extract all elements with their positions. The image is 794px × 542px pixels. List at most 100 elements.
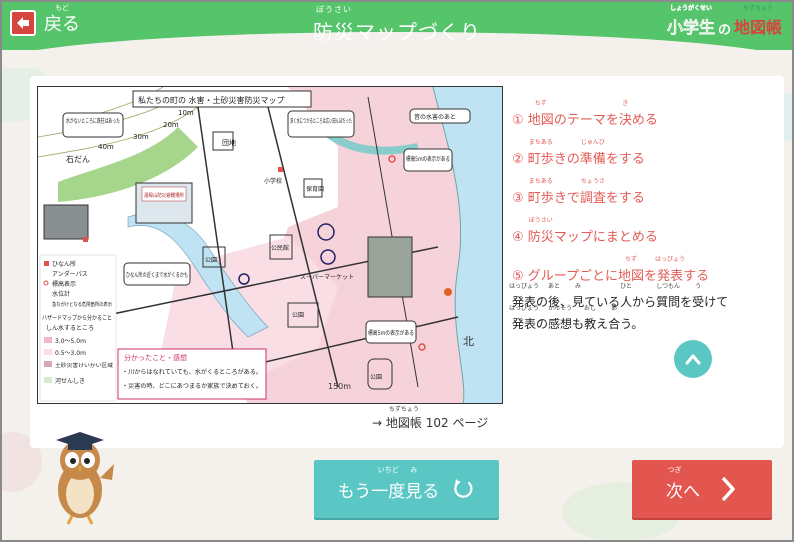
- callout-box: [62, 112, 124, 138]
- park-label: 公園: [205, 257, 217, 264]
- caption-arrow: →: [372, 416, 383, 430]
- legend-landslide: 土砂災害けいかい区域: [55, 362, 113, 369]
- legend-depth1: 3.0〜5.0m: [55, 338, 86, 345]
- text-run: も: [572, 317, 585, 331]
- ruby-text: ひと: [620, 283, 633, 290]
- next-kanji: 次: [666, 481, 683, 502]
- ruby-word: はっぴょう 発表: [509, 306, 539, 335]
- step-item: ③ まちある 町歩 きで ちょうさ 調査 をする: [512, 178, 645, 207]
- shelter-marker: [278, 167, 283, 172]
- brand-particle: の: [717, 23, 731, 38]
- title-kanji: 防災: [313, 20, 355, 44]
- ruby-text: はっぴょう: [508, 305, 540, 312]
- callout-mark-2: 標高5mの表示がある: [368, 329, 414, 337]
- brand-ruby-2: ちずちょう: [742, 5, 773, 12]
- ruby-word: しつもん 質問: [656, 284, 681, 313]
- map-title: 私たちの町の 水害・土砂災害防災マップ: [138, 95, 285, 105]
- scroll-up-button[interactable]: [674, 340, 712, 378]
- findings-line: ・川からはなれていても、水がくるところがある。: [122, 368, 262, 376]
- scale-label: 150m: [328, 382, 351, 391]
- text-run: う。: [620, 317, 644, 331]
- park-label-3: 公園: [370, 374, 382, 381]
- ruby-text: おし: [584, 305, 597, 312]
- replay-label: もう いちど 一度み見る: [337, 466, 440, 502]
- legend-depth2: 0.5〜3.0m: [55, 350, 86, 357]
- shelter-marker: [83, 237, 88, 242]
- legend-item: ひなん所: [52, 260, 76, 268]
- callout-flood: 深く水につかるところは広い田んぼだった: [290, 117, 352, 125]
- legend-swatch: [44, 337, 52, 343]
- brand-ruby-1: しょうがくせい: [669, 5, 712, 12]
- legend-river: 河せんしき: [55, 377, 85, 385]
- water-gauge-marker: [444, 288, 452, 296]
- ruby-base: 受: [692, 295, 705, 309]
- chevron-up-icon: [685, 354, 701, 365]
- legend-item: 水位計: [52, 290, 70, 298]
- next-ruby: つぎ: [667, 465, 682, 474]
- ruby-base: 教: [584, 317, 597, 331]
- photo-underpass: [43, 204, 89, 240]
- hazard-map: 私たちの町の 水害・土砂災害防災マップ 北 150m 団地 公園 公民館 公園 …: [37, 86, 503, 404]
- replay-pre: もう: [337, 481, 372, 502]
- legend-swatch: [44, 349, 52, 355]
- step-item: ④ ぼうさい 防災 マップにまとめる: [512, 217, 658, 246]
- north-label: 北: [463, 335, 474, 348]
- brand-logo: しょうがくせい 小学生 の ちずちょう 地図帳: [666, 5, 782, 38]
- ruby-base: 発表: [512, 317, 537, 331]
- owl-mascot: [56, 432, 114, 525]
- ruby-base: 見: [572, 295, 585, 309]
- caption-page: 102 ページ: [421, 416, 489, 430]
- next-button[interactable]: つぎ次へ: [632, 460, 772, 518]
- legend-hazard-sub: しん水するところ: [46, 324, 94, 332]
- ruby-word: ひと人: [620, 284, 633, 313]
- callout-no-water: 水がないところに鉄柱はあった: [66, 117, 120, 125]
- caption-atlas: 地図帳: [385, 416, 422, 430]
- ruby-text: あ: [611, 305, 618, 312]
- callout-refuge: ひなん所の近くまで水がくるかも: [126, 271, 188, 279]
- legend-item: 標高表示: [52, 280, 76, 288]
- step-description: はっぴょう 発表の あと 後、み見ている ひと 人から しつもん 質問をう受けて はっぴょう発…: [509, 284, 772, 335]
- ruby-base: 合: [608, 317, 621, 331]
- hazard-map-svg: 私たちの町の 水害・土砂災害防災マップ 北 150m 団地 公園 公民館 公園 …: [38, 87, 502, 403]
- ruby-text: み: [575, 283, 582, 290]
- steps-list: ① ちず 地図のテーマをき決める ② まちある 町歩 きの じゅんび 準備 をする ③ まち…: [509, 94, 772, 335]
- photo-sign-text: 湯殿山防災避難場所: [144, 192, 184, 199]
- title-rest: マップづくり: [355, 20, 481, 44]
- ruby-base: 質問: [656, 295, 681, 309]
- stone-wall-label: 石だん: [66, 155, 90, 164]
- text-run: から: [632, 295, 657, 309]
- replay-post: る: [422, 481, 440, 502]
- next-label: つぎ次へ: [666, 466, 700, 502]
- park-label-2: 公園: [292, 312, 304, 319]
- replay-ruby-2: み: [410, 465, 418, 474]
- app-frame: もど 戻る ぼうさい 防災マップづくり しょうがくせい 小学生 の ちずちょう 地図帳: [0, 0, 794, 542]
- legend-swatch: [44, 261, 49, 266]
- ruby-word: う受: [692, 284, 705, 313]
- chevron-right-icon: [721, 476, 735, 502]
- ruby-word: おし教: [584, 306, 597, 335]
- contour-label: 20m: [163, 121, 179, 129]
- caption-ruby: ちずちょう: [388, 406, 419, 413]
- text-run: の: [536, 317, 549, 331]
- ruby-text: かんそう: [548, 305, 573, 312]
- ruby-text: しつもん: [656, 283, 680, 290]
- replay-kanji-2: 見: [405, 481, 423, 502]
- next-post: へ: [683, 481, 700, 502]
- ruby-word: かんそう 感想: [548, 306, 573, 335]
- back-ruby: もど: [55, 4, 69, 12]
- replay-kanji: 一度: [371, 481, 406, 502]
- findings-title: 分かったこと・感想: [124, 353, 187, 362]
- contour-label: 10m: [178, 109, 194, 117]
- ruby-text: う: [695, 283, 702, 290]
- photo-gauge: [367, 236, 413, 298]
- hall-label: 公民館: [271, 244, 289, 252]
- ruby-base: 感想: [548, 317, 573, 331]
- ruby-word: み見: [572, 284, 585, 313]
- ruby-base: 人: [620, 295, 633, 309]
- ruby-text: あと: [548, 283, 561, 290]
- step-item: ① ちず 地図のテーマをき決める: [512, 100, 658, 129]
- callout-mark: 標高5mの表示がある: [406, 155, 450, 163]
- replay-button[interactable]: もう いちど 一度み見る: [314, 460, 499, 518]
- brand-part-1: 小学生: [666, 18, 715, 37]
- callout-old-mark: 昔の水害のあと: [414, 113, 456, 121]
